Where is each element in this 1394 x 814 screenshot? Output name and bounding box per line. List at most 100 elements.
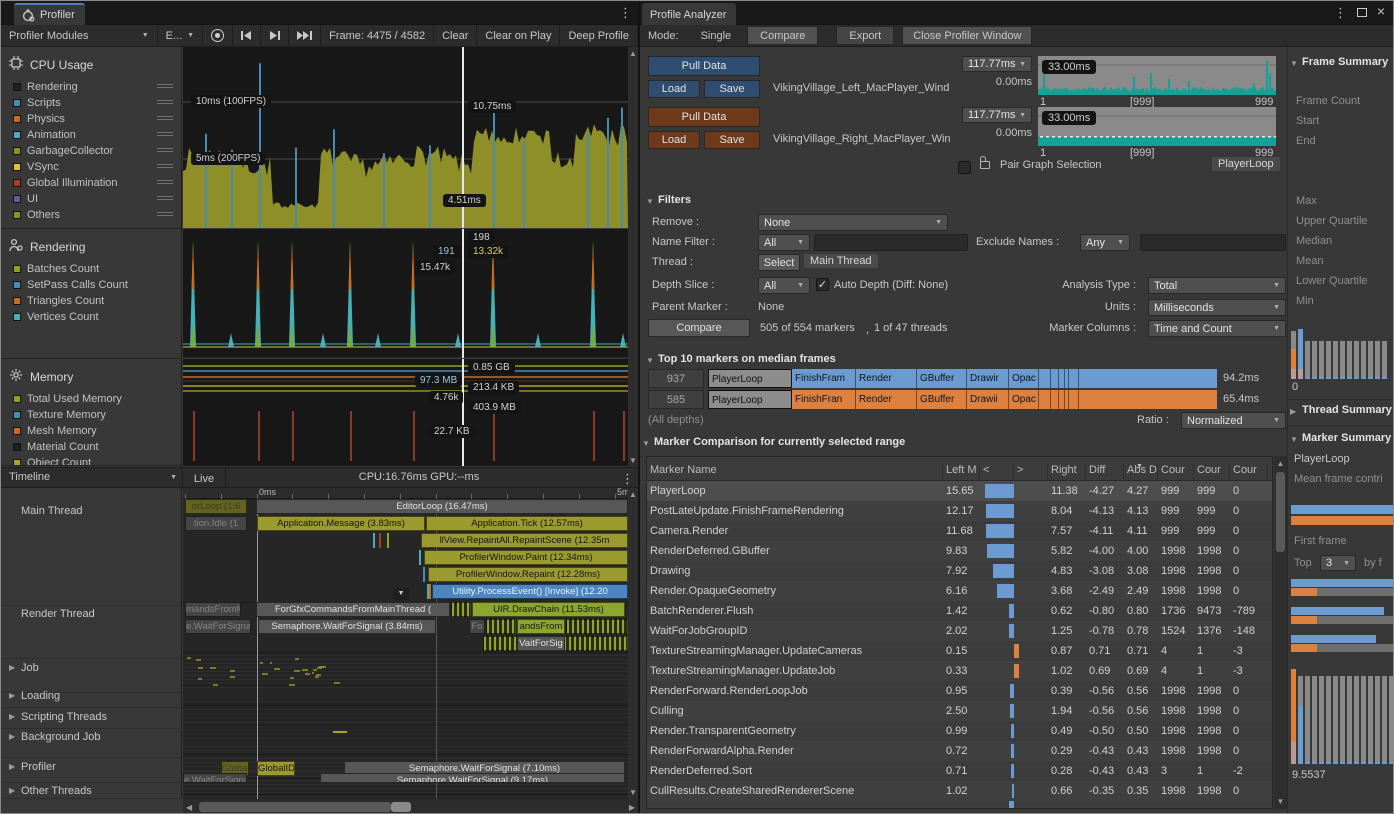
timeline-span[interactable]: GlobalID bbox=[257, 761, 295, 776]
timeline-span[interactable]: e.WaitForSigna bbox=[185, 619, 251, 634]
legend-item-others[interactable]: Others bbox=[1, 207, 181, 223]
column-header-1[interactable]: Left M bbox=[943, 464, 980, 480]
scroll-down-icon[interactable]: ▼ bbox=[1274, 797, 1287, 806]
depth-slice-dropdown[interactable]: All▼ bbox=[758, 277, 810, 294]
table-scrollbar[interactable]: ▲▼ bbox=[1274, 456, 1287, 809]
drag-handle-icon[interactable] bbox=[157, 84, 173, 90]
maximize-icon[interactable] bbox=[1357, 8, 1367, 17]
ratio-dropdown[interactable]: Normalized▼ bbox=[1181, 412, 1286, 429]
timeline-span[interactable]: Utility.ProcessEvent() [Invoke] (12.20 bbox=[432, 584, 628, 599]
timeline-span[interactable]: llView.RepaintAll.RepaintScene (12.35m bbox=[421, 533, 628, 548]
name-filter-input[interactable] bbox=[814, 234, 968, 251]
timeline-span[interactable] bbox=[451, 602, 471, 617]
timeline-span[interactable]: mandsFromMa bbox=[185, 602, 241, 617]
range-max-dropdown[interactable]: 117.77ms▼ bbox=[962, 107, 1032, 123]
column-header-3[interactable]: > bbox=[1014, 464, 1048, 480]
timeline-span[interactable]: e.WaitForSigna bbox=[183, 773, 247, 783]
analysis-type-dropdown[interactable]: Total▼ bbox=[1148, 277, 1286, 294]
legend-item-texture-memory[interactable]: Texture Memory bbox=[1, 407, 181, 423]
exclude-names-input[interactable] bbox=[1140, 234, 1286, 251]
thread-foldout-icon[interactable]: ▶ bbox=[9, 663, 15, 672]
save-button[interactable]: Save bbox=[704, 80, 760, 98]
profile-analyzer-tab[interactable]: Profile Analyzer bbox=[642, 3, 736, 25]
timeline-live-button[interactable]: Live bbox=[182, 468, 226, 489]
thread-row-render-thread[interactable]: Render Thread bbox=[1, 606, 182, 659]
marker-summary-fold-icon[interactable]: ▼ bbox=[1290, 435, 1298, 444]
column-header-4[interactable]: Right bbox=[1048, 464, 1086, 480]
legend-item-ui[interactable]: UI bbox=[1, 191, 181, 207]
legend-item-setpass-calls-count[interactable]: SetPass Calls Count bbox=[1, 277, 181, 293]
table-row[interactable]: RenderDeferred.GBuffer9.835.82-4.004.001… bbox=[647, 541, 1272, 561]
legend-item-batches-count[interactable]: Batches Count bbox=[1, 261, 181, 277]
thread-row-background-job[interactable]: ▶Background Job bbox=[1, 729, 182, 758]
mode-single-button[interactable]: Single bbox=[687, 25, 746, 46]
timeline-hscrollbar[interactable]: ◀ ▶ bbox=[183, 799, 638, 814]
timeline-span[interactable]: orLoop (1.6 bbox=[185, 499, 247, 514]
timeline-span[interactable] bbox=[566, 619, 628, 634]
thread-summary-fold-icon[interactable]: ▶ bbox=[1290, 407, 1296, 416]
record-button[interactable] bbox=[203, 25, 233, 46]
scroll-thumb[interactable] bbox=[1276, 472, 1285, 552]
legend-item-triangles-count[interactable]: Triangles Count bbox=[1, 293, 181, 309]
legend-item-garbagecollector[interactable]: GarbageCollector bbox=[1, 143, 181, 159]
frame-summary-fold-icon[interactable]: ▼ bbox=[1290, 59, 1298, 68]
thread-foldout-icon[interactable]: ▶ bbox=[9, 786, 15, 795]
top10-segment[interactable]: Drawii bbox=[967, 390, 1009, 409]
name-filter-mode-dropdown[interactable]: All▼ bbox=[758, 234, 810, 251]
top10-segment[interactable]: Opac bbox=[1009, 369, 1039, 388]
timeline-span[interactable]: UIR.DrawChain (11.53ms) bbox=[472, 602, 625, 617]
legend-item-rendering[interactable]: Rendering bbox=[1, 79, 181, 95]
top10-segment[interactable]: GBuffer bbox=[917, 390, 967, 409]
column-header-6[interactable]: Abs D▼ bbox=[1124, 464, 1158, 480]
drag-handle-icon[interactable] bbox=[157, 132, 173, 138]
legend-item-animation[interactable]: Animation bbox=[1, 127, 181, 143]
table-row[interactable]: PlayerLoop15.6511.38-4.274.279999990 bbox=[647, 481, 1272, 501]
thread-row-main-thread[interactable]: Main Thread bbox=[1, 503, 182, 606]
timeline-span[interactable]: tion.Idle (1 bbox=[185, 516, 247, 531]
marker-columns-dropdown[interactable]: Time and Count▼ bbox=[1148, 320, 1286, 337]
timeline-menu-icon[interactable]: ⋮ bbox=[621, 471, 634, 487]
timeline-view-dropdown[interactable]: Timeline▼ bbox=[9, 471, 177, 483]
frame-time-graph[interactable]: 33.00ms bbox=[1038, 107, 1276, 146]
legend-item-material-count[interactable]: Material Count bbox=[1, 439, 181, 455]
legend-item-global-illumination[interactable]: Global Illumination bbox=[1, 175, 181, 191]
drag-handle-icon[interactable] bbox=[157, 164, 173, 170]
thread-row-other-threads[interactable]: ▶Other Threads bbox=[1, 783, 182, 799]
thread-row-profiler[interactable]: ▶Profiler bbox=[1, 759, 182, 783]
column-header-5[interactable]: Diff bbox=[1086, 464, 1124, 480]
thread-row-scripting-threads[interactable]: ▶Scripting Threads bbox=[1, 709, 182, 729]
thread-foldout-icon[interactable]: ▶ bbox=[9, 712, 15, 721]
load-button[interactable]: Load bbox=[648, 131, 700, 149]
compare-button[interactable]: Compare bbox=[648, 319, 750, 337]
cpu-usage-chart[interactable]: 10ms (100FPS)5ms (200FPS)10.75ms4.51ms bbox=[183, 47, 628, 228]
deep-profile-button[interactable]: Deep Profile bbox=[560, 25, 638, 46]
top10-segment-small[interactable] bbox=[1051, 369, 1059, 388]
top10-segment-small[interactable] bbox=[1069, 369, 1079, 388]
column-header-2[interactable]: < bbox=[980, 464, 1014, 480]
pair-graph-checkbox[interactable] bbox=[958, 161, 971, 174]
timeline-span[interactable]: EditorLoop (16.47ms) bbox=[256, 499, 628, 514]
pull-data-button[interactable]: Pull Data bbox=[648, 107, 760, 127]
top10-segment[interactable]: FinishFram bbox=[792, 369, 856, 388]
close-icon[interactable]: × bbox=[1377, 3, 1385, 19]
target-dropdown[interactable]: E...▼ bbox=[158, 25, 203, 46]
drag-handle-icon[interactable] bbox=[157, 212, 173, 218]
table-row[interactable]: Culling2.501.94-0.560.56199819980 bbox=[647, 701, 1272, 721]
comparison-fold-icon[interactable]: ▼ bbox=[642, 439, 650, 448]
close-profiler-window-button[interactable]: Close Profiler Window bbox=[902, 26, 1032, 45]
top10-segment[interactable]: GBuffer bbox=[917, 369, 967, 388]
legend-item-vertices-count[interactable]: Vertices Count bbox=[1, 309, 181, 325]
column-header-9[interactable]: Cour bbox=[1230, 464, 1268, 480]
timeline-span[interactable]: Semaphore.WaitForSignal (3.84ms) bbox=[258, 619, 436, 634]
export-button[interactable]: Export bbox=[836, 26, 894, 45]
units-dropdown[interactable]: Milliseconds▼ bbox=[1148, 299, 1286, 316]
remove-dropdown[interactable]: None▼ bbox=[758, 214, 948, 231]
top10-fold-icon[interactable]: ▼ bbox=[646, 356, 654, 365]
exclude-mode-dropdown[interactable]: Any▼ bbox=[1080, 234, 1130, 251]
timeline-chart-area[interactable]: 0ms5msorLoop (1.6EditorLoop (16.47ms)tio… bbox=[183, 488, 628, 799]
table-row[interactable]: Camera.Render11.687.57-4.114.119999990 bbox=[647, 521, 1272, 541]
profiler-menu-icon[interactable]: ⋮ bbox=[619, 5, 632, 21]
rendering-chart[interactable]: 19115.47k19813.32k bbox=[183, 229, 628, 358]
thread-foldout-icon[interactable]: ▶ bbox=[9, 691, 15, 700]
table-row[interactable]: TextureStreamingManager.UpdateJob0.331.0… bbox=[647, 661, 1272, 681]
